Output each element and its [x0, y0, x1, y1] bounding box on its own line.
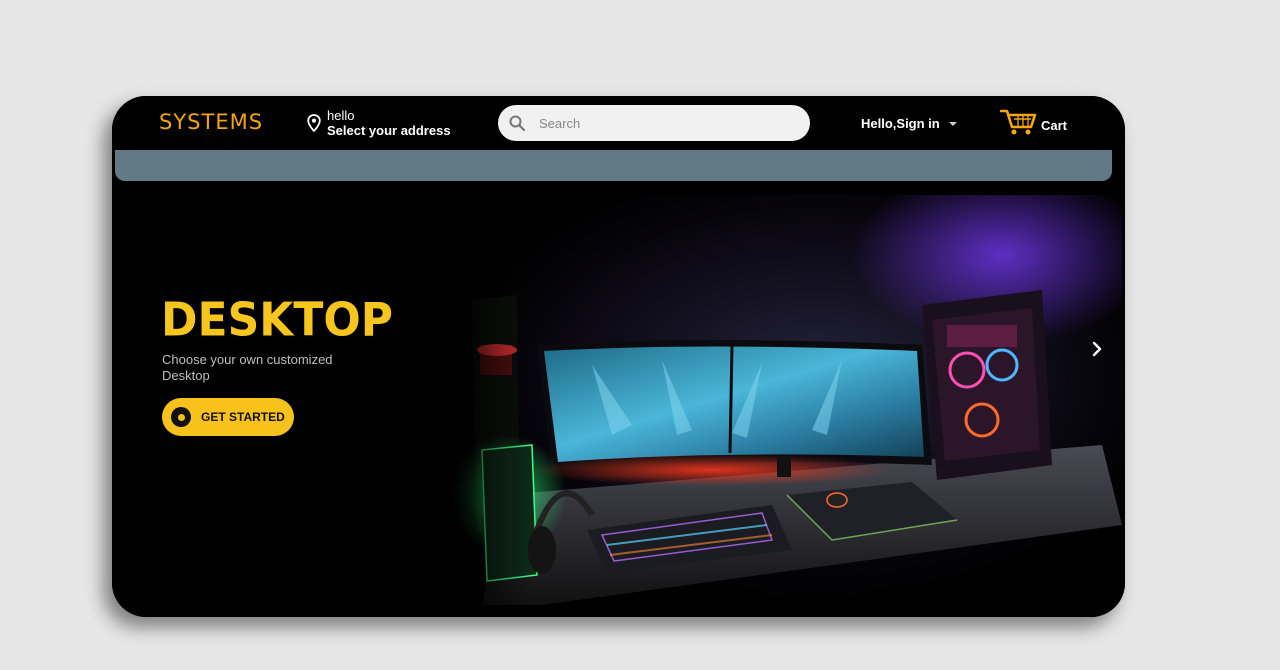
cart-label: Cart [1041, 118, 1068, 133]
gaming-desktop-image [442, 195, 1122, 605]
cart-button[interactable]: Cart [1000, 108, 1067, 136]
location-pin-icon [307, 114, 321, 132]
hero-title: DESKTOP [161, 293, 394, 348]
address-prompt: Select your address [327, 123, 451, 138]
address-greeting: hello [327, 108, 355, 123]
search-input[interactable] [537, 114, 791, 132]
record-dot-icon [171, 407, 191, 427]
hero-carousel: DESKTOP Choose your own customized Deskt… [112, 181, 1125, 617]
top-navbar: SYSTEMS hello Select your address Hello,… [112, 96, 1125, 150]
cart-icon [1000, 109, 1037, 135]
app-window: SYSTEMS hello Select your address Hello,… [112, 96, 1125, 617]
get-started-button[interactable]: GET STARTED [162, 398, 294, 436]
signin-label: Hello,Sign in [861, 116, 940, 131]
get-started-label: GET STARTED [201, 410, 285, 424]
brand-logo[interactable]: SYSTEMS [159, 110, 263, 134]
secondary-nav-bar [115, 150, 1112, 181]
chevron-right-icon[interactable] [1087, 339, 1107, 359]
caret-down-icon [948, 121, 957, 126]
hero-subtitle: Choose your own customized Desktop [162, 352, 333, 383]
search-bar[interactable] [498, 105, 810, 141]
address-selector[interactable]: hello Select your address [307, 108, 451, 138]
search-icon [509, 115, 526, 132]
signin-menu[interactable]: Hello,Sign in [861, 116, 957, 131]
